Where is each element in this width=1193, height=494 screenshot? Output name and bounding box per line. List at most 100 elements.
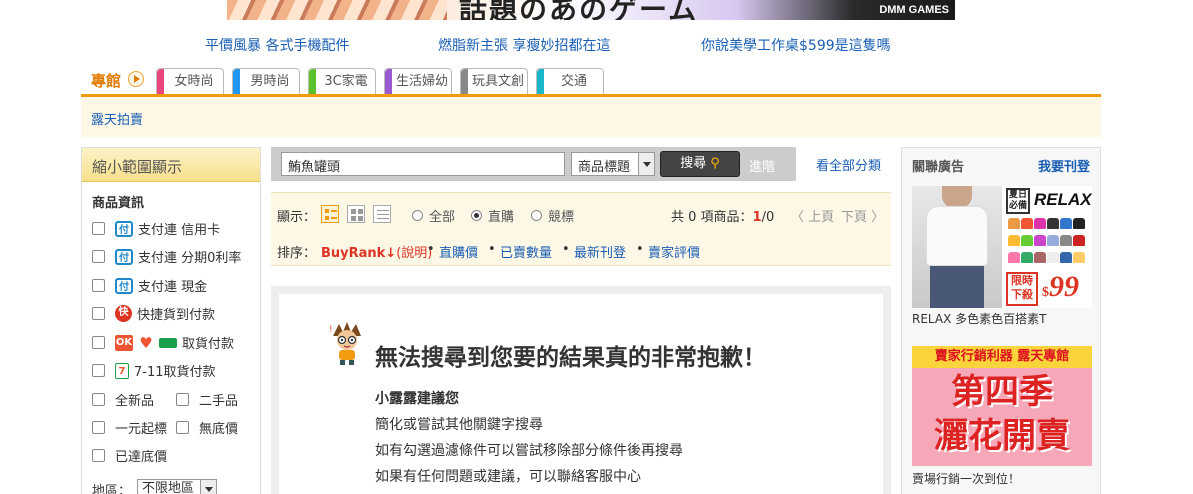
place-ad-link[interactable]: 我要刊登	[1038, 156, 1090, 175]
hilife-heart-icon: ♥	[139, 333, 153, 352]
familymart-icon	[159, 337, 177, 348]
no-result-title: 無法搜尋到您要的結果真的非常抱歉！	[375, 345, 766, 371]
filter-no-reserve[interactable]: 無底價	[176, 418, 238, 437]
ad-relax-promo: 夏日必備 RELAX 限時下殺 $99	[1004, 186, 1092, 308]
filter-fast-cod[interactable]: 快 快捷貨到付款	[92, 304, 215, 323]
ad-relax-tshirt[interactable]: 夏日必備 RELAX 限時下殺 $99	[912, 186, 1092, 308]
grid-view-icon[interactable]	[347, 205, 365, 223]
filter-auction-radio[interactable]: 競標	[531, 206, 574, 225]
ad2-line-2: 灑花開賣	[934, 416, 1070, 456]
search-button[interactable]: 搜尋 ⚲	[660, 151, 740, 177]
advanced-search-link[interactable]: 進階	[749, 156, 775, 175]
nav-label: 專館	[91, 72, 122, 90]
checkbox[interactable]	[92, 307, 105, 320]
sidebar-title: 縮小範圍顯示	[82, 148, 260, 182]
prev-page-link[interactable]: 〈 上頁	[791, 206, 834, 225]
text-view-icon[interactable]	[373, 205, 391, 223]
chevron-down-icon[interactable]	[638, 153, 654, 175]
checkbox[interactable]	[92, 449, 105, 462]
filter-new[interactable]: 全新品	[92, 390, 154, 409]
ok-mart-icon: OK	[115, 334, 133, 351]
ad-price: $99	[1042, 270, 1079, 303]
filter-store-pickup[interactable]: OK ♥ 取貨付款	[92, 333, 234, 352]
category-tab-nav: 專館 女時尚 男時尚 3C家電 生活婦幼 玩具文創 交通	[81, 66, 1101, 96]
tab-stripe	[385, 69, 392, 94]
tab-men-fashion[interactable]: 男時尚	[232, 68, 300, 94]
checkbox[interactable]	[92, 421, 105, 434]
search-icon: ⚲	[710, 156, 720, 171]
region-filter: 地區： 不限地區	[92, 479, 218, 494]
checkbox[interactable]	[176, 393, 189, 406]
sort-seller-rating[interactable]: 賣家評價	[648, 242, 700, 261]
tab-life-baby[interactable]: 生活婦幼	[384, 68, 452, 94]
checkbox[interactable]	[92, 279, 105, 292]
mascot-icon: !	[329, 322, 361, 365]
filter-one-dollar[interactable]: 一元起標	[92, 418, 167, 437]
filter-711-pickup[interactable]: 7 7-11取貨付款	[92, 361, 216, 380]
tab-stripe	[461, 69, 468, 94]
banner-text: 話題のあのゲーム	[459, 0, 699, 20]
ad-brand: RELAX	[1034, 190, 1092, 209]
filter-installment[interactable]: 付 支付連 分期0利率	[92, 247, 241, 266]
chevron-down-icon[interactable]	[200, 480, 217, 494]
sort-buyrank[interactable]: BuyRank↓(說明)	[321, 242, 432, 261]
radio-button[interactable]	[412, 210, 423, 221]
breadcrumb-ruten[interactable]: 露天拍賣	[91, 109, 143, 128]
search-input[interactable]: 鮪魚罐頭	[281, 152, 565, 176]
ad2-line-1: 第四季	[951, 372, 1053, 412]
tab-3c-appliances[interactable]: 3C家電	[308, 68, 376, 94]
checkbox[interactable]	[92, 336, 105, 349]
ads-title: 關聯廣告	[912, 160, 965, 175]
filter-credit-card[interactable]: 付 支付連 信用卡	[92, 219, 220, 238]
sort-price[interactable]: 直購價	[439, 242, 478, 261]
checkbox[interactable]	[176, 421, 189, 434]
ad-season-sale[interactable]: 賣家行銷利器 露天專館 第四季 灑花開賣	[912, 346, 1092, 466]
svg-text:!: !	[329, 325, 333, 335]
ad2-caption[interactable]: 賣場行銷一次到位！	[912, 470, 1020, 487]
filter-all-radio[interactable]: 全部	[412, 206, 455, 225]
pay-icon: 付	[115, 277, 133, 294]
play-icon[interactable]	[128, 71, 144, 87]
sort-label: 排序：	[277, 246, 317, 261]
filter-cash[interactable]: 付 支付連 現金	[92, 276, 207, 295]
tab-transport[interactable]: 交通	[536, 68, 604, 94]
banner-brand: DMM GAMES	[879, 4, 949, 16]
checkbox[interactable]	[92, 364, 105, 377]
filter-direct-radio[interactable]: 直購	[471, 206, 514, 225]
sort-newest[interactable]: 最新刊登	[574, 242, 626, 261]
next-page-link[interactable]: 下頁 〉	[841, 206, 884, 225]
list-view-icon[interactable]	[321, 205, 339, 223]
promo-link-1[interactable]: 平價風暴 各式手機配件	[205, 35, 349, 55]
separator-dot: •	[562, 242, 570, 257]
radio-button[interactable]	[471, 210, 482, 221]
ad-color-swatches	[1008, 218, 1092, 268]
filter-used[interactable]: 二手品	[176, 390, 238, 409]
ad1-caption[interactable]: RELAX 多色素色百搭素T	[912, 310, 1046, 327]
filter-reached-reserve[interactable]: 已達底價	[92, 446, 167, 465]
breadcrumb-bar: 露天拍賣	[81, 97, 1101, 137]
sort-sold-count[interactable]: 已賣數量	[500, 242, 552, 261]
separator-dot: •	[488, 242, 496, 257]
tab-toys-culture[interactable]: 玩具文創	[460, 68, 528, 94]
ad-limited-tag: 限時下殺	[1006, 272, 1038, 306]
separator-dot: •	[636, 242, 644, 257]
tab-women-fashion[interactable]: 女時尚	[156, 68, 224, 94]
top-banner-ad[interactable]: 話題のあのゲーム DMM GAMES	[227, 0, 955, 20]
checkbox[interactable]	[92, 222, 105, 235]
all-categories-link[interactable]: 看全部分類	[816, 155, 881, 174]
checkbox[interactable]	[92, 250, 105, 263]
no-result-panel: ! 無法搜尋到您要的結果真的非常抱歉！ 小露露建議您 簡化或嘗試其他關鍵字搜尋 …	[271, 286, 891, 494]
related-ads-panel: 關聯廣告 我要刊登 夏日必備 RELAX 限時下殺 $99 RELAX 多色素色…	[901, 147, 1101, 494]
result-count: 共 0 項商品：1/0	[671, 210, 775, 225]
no-result-inner: ! 無法搜尋到您要的結果真的非常抱歉！ 小露露建議您 簡化或嘗試其他關鍵字搜尋 …	[279, 294, 883, 494]
tab-stripe	[157, 69, 164, 94]
promo-link-3[interactable]: 你說美學工作桌$599是這隻嗎	[701, 35, 891, 55]
ad2-top-text: 賣家行銷利器 露天專館	[912, 346, 1092, 368]
region-select[interactable]: 不限地區	[137, 479, 218, 494]
radio-button[interactable]	[531, 210, 542, 221]
sidebar-section-title: 商品資訊	[92, 196, 145, 211]
search-bar: 鮪魚罐頭 商品標題 搜尋 ⚲ 進階	[271, 147, 796, 181]
promo-link-2[interactable]: 燃脂新主張 享瘦妙招都在這	[438, 35, 610, 55]
search-field-select[interactable]: 商品標題	[571, 152, 655, 176]
checkbox[interactable]	[92, 393, 105, 406]
